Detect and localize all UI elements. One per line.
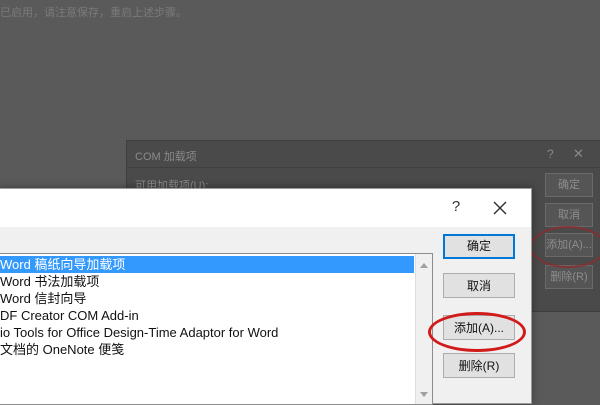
background-help-icon: ? [547, 147, 554, 161]
scroll-down-arrow-icon[interactable] [420, 392, 428, 397]
background-annotation-circle [530, 226, 600, 268]
dialog-titlebar: ? [0, 189, 531, 227]
background-titlebar: COM 加载项 ? ✕ [127, 141, 600, 168]
scroll-up-arrow-icon[interactable] [420, 263, 428, 268]
background-dialog-title: COM 加载项 [135, 151, 197, 163]
list-item[interactable]: Word 稿纸向导加载项 [0, 256, 414, 273]
remove-button[interactable]: 删除(R) [443, 353, 515, 378]
list-item[interactable]: io Tools for Office Design-Time Adaptor … [0, 324, 414, 341]
annotation-circle [428, 312, 526, 352]
background-ok-button: 确定 [545, 173, 593, 197]
background-hint-text: 已启用，请注意保存，重启上述步骤。 [0, 7, 187, 19]
cancel-button[interactable]: 取消 [443, 273, 515, 298]
background-remove-button: 删除(R) [545, 265, 593, 289]
com-addins-dialog: ? Word 稿纸向导加载项 Word 书法加载项 Word 信封向导 DF C… [0, 188, 532, 405]
list-item[interactable]: DF Creator COM Add-in [0, 307, 414, 324]
close-icon[interactable] [489, 197, 511, 219]
list-item[interactable]: 文档的 OneNote 便笺 [0, 341, 414, 358]
addins-listbox[interactable]: Word 稿纸向导加载项 Word 书法加载项 Word 信封向导 DF Cre… [0, 253, 433, 405]
background-cancel-button: 取消 [545, 203, 593, 227]
ok-button[interactable]: 确定 [443, 234, 515, 259]
list-item[interactable]: Word 书法加载项 [0, 273, 414, 290]
list-item[interactable]: Word 信封向导 [0, 290, 414, 307]
help-icon[interactable]: ? [445, 198, 467, 215]
background-close-icon: ✕ [573, 146, 584, 161]
